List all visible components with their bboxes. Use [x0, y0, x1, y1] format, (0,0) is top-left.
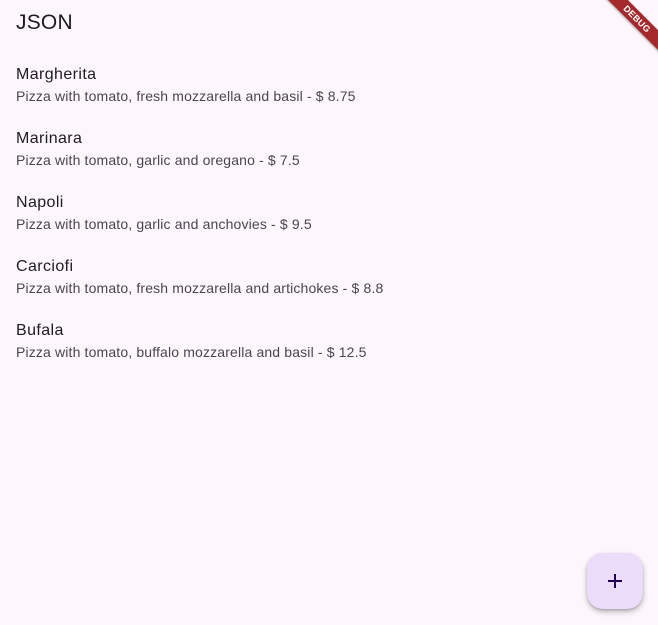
pizza-name: Carciofi [16, 258, 74, 275]
list-item[interactable]: Napoli Pizza with tomato, garlic and anc… [0, 190, 658, 254]
pizza-description: Pizza with tomato, fresh mozzarella and … [16, 280, 384, 296]
list-item[interactable]: Bufala Pizza with tomato, buffalo mozzar… [0, 318, 658, 382]
pizza-name: Marinara [16, 130, 83, 147]
add-pizza-button[interactable] [587, 553, 643, 609]
list-item[interactable]: Carciofi Pizza with tomato, fresh mozzar… [0, 254, 658, 318]
add-icon [608, 574, 622, 588]
pizza-name: Margherita [16, 66, 97, 83]
app-window: JSON Margherita Pizza with tomato, fresh… [0, 0, 658, 625]
pizza-description: Pizza with tomato, garlic and anchovies … [16, 216, 312, 232]
pizza-list: Margherita Pizza with tomato, fresh mozz… [0, 62, 658, 382]
pizza-description: Pizza with tomato, fresh mozzarella and … [16, 88, 356, 104]
pizza-description: Pizza with tomato, buffalo mozzarella an… [16, 344, 367, 360]
list-item[interactable]: Margherita Pizza with tomato, fresh mozz… [0, 62, 658, 126]
pizza-name: Napoli [16, 194, 64, 211]
pizza-description: Pizza with tomato, garlic and oregano - … [16, 152, 300, 168]
pizza-name: Bufala [16, 322, 64, 339]
list-item[interactable]: Marinara Pizza with tomato, garlic and o… [0, 126, 658, 190]
app-bar: JSON [0, 0, 658, 44]
page-title: JSON [16, 11, 73, 34]
